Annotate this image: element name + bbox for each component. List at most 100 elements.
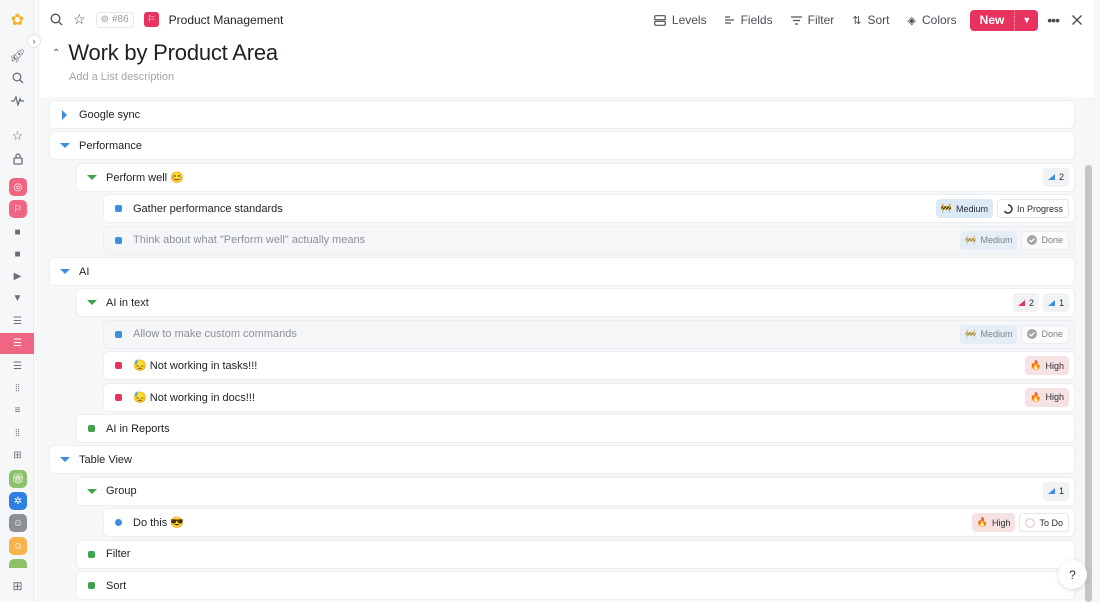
star-icon[interactable]: ☆ <box>73 11 86 28</box>
gantt-icon[interactable]: ≡ <box>9 402 26 419</box>
app-icon-bug[interactable]: ✲ <box>9 492 27 510</box>
note-icon[interactable]: ■ <box>9 246 26 263</box>
filter-icon <box>790 15 802 25</box>
activity-icon[interactable] <box>9 92 26 109</box>
list-item-label: Do this 😎 <box>133 517 184 530</box>
priority-badge[interactable]: 🚧 Medium <box>960 324 1018 344</box>
app-icon-target[interactable]: ◎ <box>9 178 27 196</box>
list-view-icon[interactable]: ☰ <box>9 313 26 330</box>
lock-icon[interactable] <box>9 150 26 167</box>
priority-badge[interactable]: 🔥 High <box>971 513 1016 533</box>
child-count-badge[interactable]: 2 <box>1042 167 1069 187</box>
list-item[interactable]: AI in text 2 1 <box>76 288 1075 318</box>
app-icon-product-management[interactable]: ⚐ <box>9 200 27 218</box>
list-item[interactable]: Group 1 <box>76 476 1075 506</box>
status-badge[interactable]: In Progress <box>996 199 1069 219</box>
status-dot-icon[interactable] <box>114 205 123 213</box>
collapse-triangle-icon[interactable] <box>86 488 97 494</box>
grid-icon[interactable]: ⊞ <box>9 447 26 464</box>
triangle-down-icon[interactable]: ▼ <box>9 290 26 307</box>
status-dot-icon[interactable] <box>87 582 96 589</box>
priority-label: Medium <box>955 203 988 214</box>
new-button[interactable]: New ▼ <box>969 9 1039 31</box>
list-item[interactable]: AI <box>49 257 1075 286</box>
priority-badge[interactable]: 🚧 Medium <box>935 199 993 219</box>
scrollbar[interactable] <box>1085 165 1092 602</box>
list-view-icon[interactable]: ☰ <box>9 358 26 375</box>
status-dot-icon[interactable] <box>114 236 123 244</box>
collapse-triangle-icon[interactable] <box>86 174 97 180</box>
levels-button[interactable]: Levels <box>645 9 716 31</box>
close-button[interactable] <box>1068 9 1086 31</box>
priority-label: Medium <box>980 235 1013 246</box>
child-count-badge[interactable]: 1 <box>1042 481 1069 501</box>
list-view-icon[interactable]: ☰ <box>9 335 26 352</box>
progress-triangle-icon <box>1047 488 1055 495</box>
list-item[interactable]: Table View <box>49 445 1075 475</box>
list-item[interactable]: Sort <box>76 571 1075 600</box>
list-item[interactable]: Allow to make custom commands 🚧 Medium Done <box>103 319 1075 349</box>
app-icon-gift[interactable] <box>9 559 27 568</box>
priority-badge[interactable]: 🔥 High <box>1025 387 1069 407</box>
app-icon-user[interactable]: ☺ <box>9 514 27 532</box>
filter-button[interactable]: Filter <box>782 9 844 31</box>
list-item[interactable]: Google sync <box>49 100 1075 129</box>
status-badge[interactable]: Done <box>1021 230 1069 250</box>
status-badge[interactable]: Done <box>1021 324 1069 344</box>
status-dot-icon[interactable] <box>114 330 123 338</box>
expand-sidebar-button[interactable]: › <box>27 34 41 48</box>
status-dot-icon[interactable] <box>114 362 123 370</box>
collapse-triangle-icon[interactable] <box>59 269 70 274</box>
board-view-icon[interactable]: ⦙⦙ <box>9 425 26 442</box>
add-app-icon[interactable]: ⊞ <box>9 577 26 594</box>
list-item[interactable]: 😓 Not working in docs!!! 🔥 High <box>103 382 1075 412</box>
fields-label: Fields <box>740 13 773 27</box>
list-item[interactable]: Filter <box>76 539 1075 569</box>
priority-badge[interactable]: 🔥 High <box>1025 356 1069 376</box>
collapse-title-chevron-icon[interactable]: ⌃ <box>52 48 60 59</box>
status-badge[interactable]: To Do <box>1019 513 1069 533</box>
triangle-right-icon[interactable]: ▶ <box>9 268 26 285</box>
child-count-badge[interactable]: 2 <box>1012 293 1039 313</box>
fields-button[interactable]: Fields <box>716 9 782 31</box>
collapse-triangle-icon[interactable] <box>59 457 70 463</box>
breadcrumb[interactable]: Product Management <box>169 13 284 27</box>
status-dot-icon[interactable] <box>87 550 96 558</box>
list-item[interactable]: Do this 😎 🔥 High To Do <box>103 508 1075 538</box>
page-title[interactable]: Work by Product Area <box>68 40 278 66</box>
rocket-icon[interactable]: 🚀︎ <box>9 47 26 64</box>
star-icon[interactable]: ☆ <box>9 127 26 144</box>
progress-spinner-icon <box>1003 203 1013 214</box>
new-dropdown-chevron-icon[interactable]: ▼ <box>1014 9 1038 31</box>
list-item[interactable]: 😓 Not working in tasks!!! 🔥 High <box>103 351 1075 381</box>
search-icon[interactable] <box>50 13 63 26</box>
check-circle-icon <box>1027 329 1038 340</box>
list-item[interactable]: Performance <box>49 131 1075 161</box>
list-item[interactable]: Gather performance standards 🚧 Medium In Pr… <box>103 194 1075 224</box>
item-id-badge[interactable]: ⊚ #86 <box>95 11 134 28</box>
collapse-triangle-icon[interactable] <box>59 143 70 149</box>
help-button[interactable]: ? <box>1058 560 1087 589</box>
status-dot-icon[interactable] <box>87 425 96 432</box>
workspace-logo-icon[interactable]: ✿ <box>9 11 26 29</box>
list-item[interactable]: Think about what "Perform well" actually… <box>103 225 1075 255</box>
status-dot-icon[interactable] <box>114 393 123 401</box>
search-icon[interactable] <box>9 69 26 86</box>
board-view-icon[interactable]: ⦙⦙ <box>9 380 26 397</box>
colors-button[interactable]: ◈ Colors <box>899 9 966 31</box>
collapse-triangle-icon[interactable] <box>86 300 97 306</box>
sort-button[interactable]: ⇅ Sort <box>843 9 898 31</box>
status-dot-icon[interactable] <box>114 519 123 527</box>
description-field[interactable]: Add a List description <box>69 71 174 83</box>
note-icon[interactable]: ■ <box>9 224 26 241</box>
child-count-badge[interactable]: 1 <box>1042 293 1069 313</box>
list-item[interactable]: Perform well 😊 2 <box>76 162 1075 192</box>
priority-badge[interactable]: 🚧 Medium <box>960 230 1018 250</box>
app-icon-gift[interactable]: 🎁︎ <box>9 470 27 488</box>
app-icon-team[interactable]: ☺ <box>9 537 27 555</box>
expand-triangle-icon[interactable] <box>60 109 69 120</box>
empty-circle-icon <box>1025 517 1036 528</box>
list-item[interactable]: AI in Reports <box>76 414 1075 443</box>
badges: 1 <box>1042 481 1069 501</box>
more-options-button[interactable]: ••• <box>1038 9 1068 31</box>
